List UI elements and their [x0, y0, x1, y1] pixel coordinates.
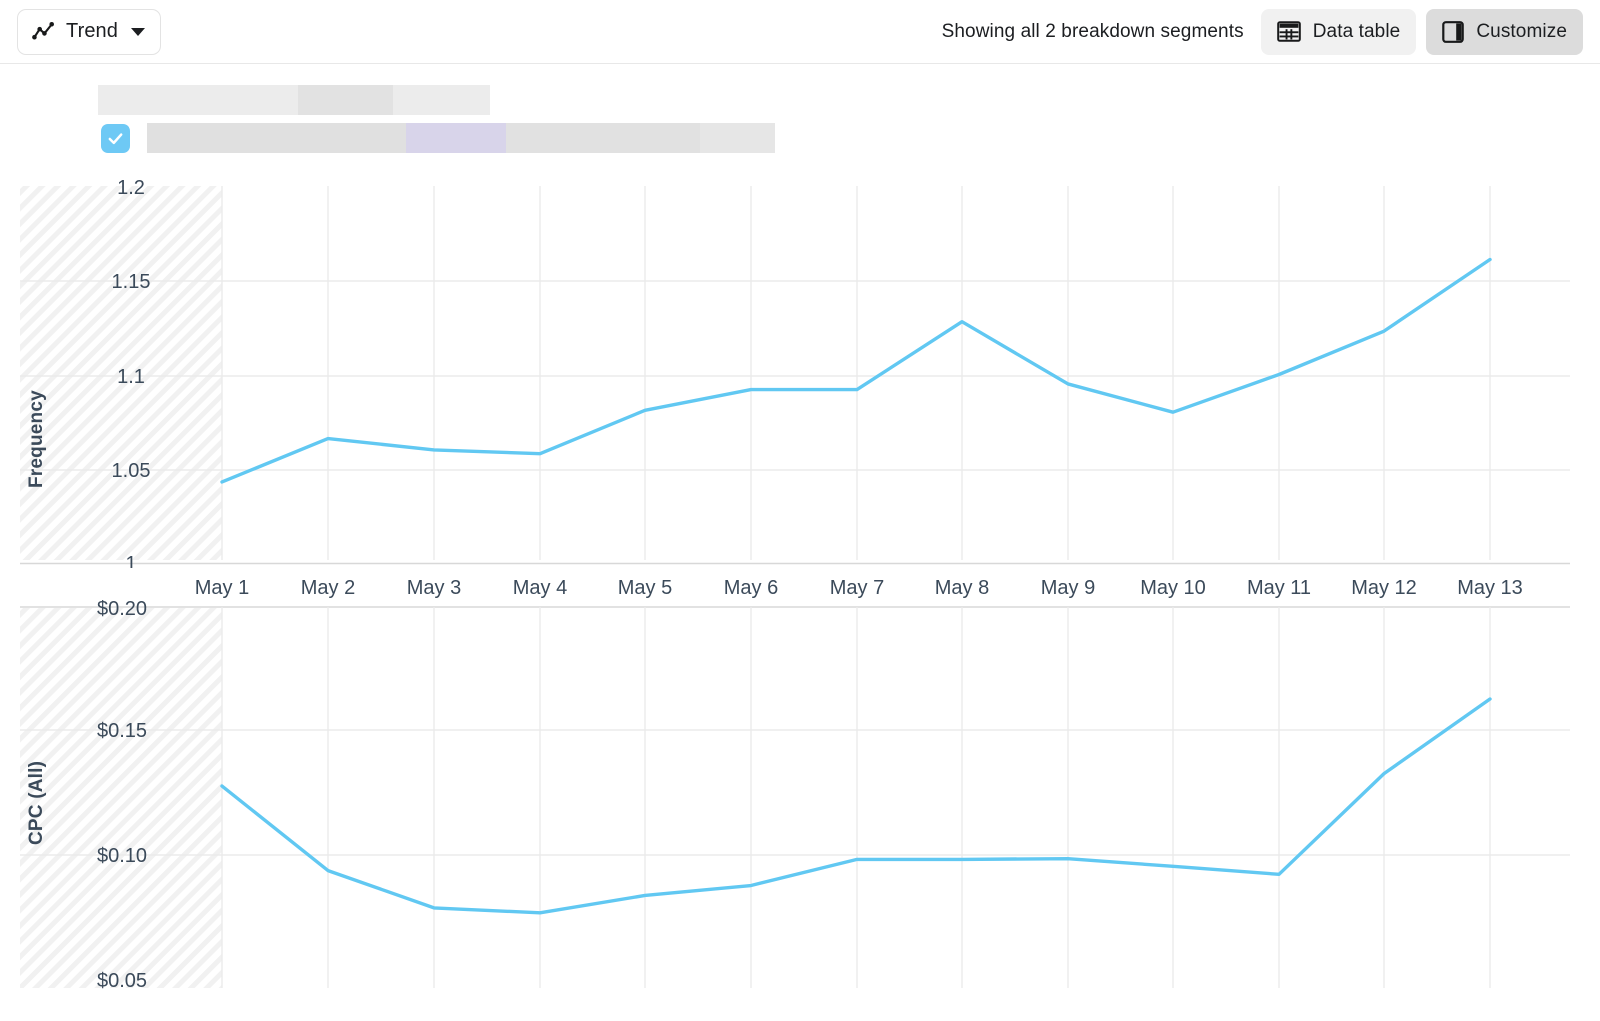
x-tick-label: May 9	[1041, 577, 1095, 599]
x-tick-label: May 4	[513, 577, 567, 599]
x-axis-labels: May 1 May 2 May 3 May 4 May 5 May 6 May …	[0, 568, 1600, 602]
y-tick-label: 1.1	[117, 366, 145, 388]
redaction-block	[700, 123, 775, 153]
cpc-series-line	[222, 699, 1490, 913]
cpc-gridlines	[20, 607, 1570, 988]
x-tick-label: May 11	[1247, 577, 1311, 599]
breakdown-segments-note: Showing all 2 breakdown segments	[942, 21, 1244, 43]
cpc-y-axis-title: CPC (All)	[26, 761, 47, 845]
legend-redacted-row-main	[147, 123, 775, 153]
frequency-chart: Frequency 1.2 1.15 1.1 1.05 1	[0, 178, 1600, 568]
y-tick-label: 1	[125, 553, 136, 568]
trend-dropdown-button[interactable]: Trend	[17, 9, 161, 55]
x-tick-label: May 6	[724, 577, 778, 599]
frequency-y-axis-title: Frequency	[26, 390, 47, 488]
y-tick-label: $0.20	[97, 600, 147, 620]
y-tick-label: $0.10	[97, 845, 147, 867]
redaction-block	[298, 85, 393, 115]
redaction-block	[147, 123, 406, 153]
customize-button[interactable]: Customize	[1426, 9, 1583, 55]
frequency-series-line	[222, 260, 1490, 482]
x-tick-label: May 13	[1457, 577, 1523, 599]
x-tick-label: May 10	[1140, 577, 1206, 599]
redaction-block	[406, 123, 506, 153]
toolbar-right-group: Showing all 2 breakdown segments Data ta…	[942, 9, 1600, 55]
y-tick-label: $0.05	[97, 970, 147, 992]
x-tick-label: May 3	[407, 577, 461, 599]
checkmark-icon	[106, 129, 125, 148]
x-tick-label: May 8	[935, 577, 989, 599]
redaction-block	[506, 123, 700, 153]
data-table-label: Data table	[1313, 21, 1401, 43]
cpc-chart: CPC (All) $0.20 $0.15 $0.10 $0.05	[0, 600, 1600, 1000]
legend-series-row	[101, 123, 775, 153]
trend-line-icon	[32, 21, 55, 42]
x-tick-label: May 12	[1351, 577, 1417, 599]
legend-series-checkbox[interactable]	[101, 124, 130, 153]
x-tick-label: May 7	[830, 577, 884, 599]
chart-hatched-region	[20, 608, 222, 988]
legend-redacted-row-top	[98, 85, 490, 115]
trend-dropdown-label: Trend	[66, 20, 118, 43]
redaction-block	[393, 85, 490, 115]
y-tick-label: 1.15	[112, 271, 151, 293]
y-tick-label: 1.05	[112, 460, 151, 482]
chevron-down-icon	[131, 28, 145, 36]
y-tick-label: $0.15	[97, 720, 147, 742]
x-tick-label: May 1	[195, 577, 249, 599]
data-table-button[interactable]: Data table	[1261, 9, 1417, 55]
panel-layout-icon	[1442, 20, 1464, 44]
y-tick-label: 1.2	[117, 178, 145, 199]
x-tick-label: May 2	[301, 577, 355, 599]
frequency-gridlines	[20, 186, 1570, 564]
x-tick-label: May 5	[618, 577, 672, 599]
chart-toolbar: Trend Showing all 2 breakdown segments D…	[0, 0, 1600, 64]
table-grid-icon	[1277, 20, 1301, 43]
customize-label: Customize	[1476, 21, 1567, 43]
legend-redacted-area	[0, 64, 1600, 178]
redaction-block	[98, 85, 298, 115]
